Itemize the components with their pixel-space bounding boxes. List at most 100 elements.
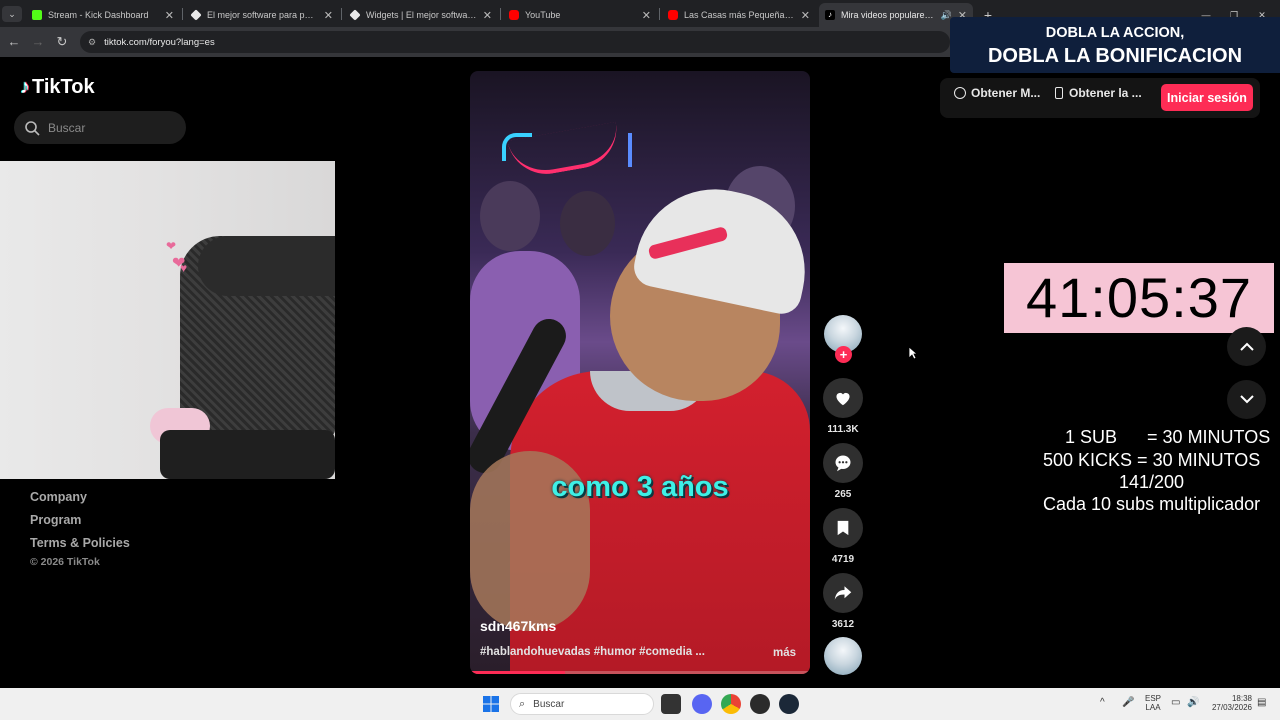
windows-start-icon[interactable] <box>483 696 499 712</box>
clock-time: 18:38 <box>1231 694 1252 703</box>
get-coins-button[interactable]: Obtener M... <box>954 86 1040 100</box>
crowd-figure <box>480 181 540 251</box>
tab-separator <box>182 8 183 20</box>
task-view-icon[interactable] <box>661 694 681 714</box>
more-button[interactable]: más <box>773 647 796 659</box>
logo-text: TikTok <box>32 76 95 98</box>
back-arrow-icon[interactable]: ← <box>6 34 22 49</box>
search-icon: ⌕ <box>519 697 526 710</box>
tab-title: YouTube <box>525 10 561 20</box>
tab-youtube[interactable]: YouTube ✕ <box>503 3 657 27</box>
heart-decoration-icon: ❤ <box>166 239 177 253</box>
rule-sub: 1 SUB = 30 MINUTOS <box>1065 427 1271 447</box>
tab-software-1[interactable]: El mejor software para potencia ✕ <box>185 3 339 27</box>
discord-icon[interactable] <box>692 694 712 714</box>
search-icon <box>25 120 40 136</box>
coin-icon <box>954 87 966 99</box>
tab-casas[interactable]: Las Casas más Pequeñas del M ✕ <box>662 3 816 27</box>
follow-plus-icon[interactable]: + <box>835 346 852 363</box>
url-text: tiktok.com/foryou?lang=es <box>104 36 215 48</box>
search-input[interactable] <box>48 120 168 135</box>
clock[interactable]: 18:38 27/03/2026 <box>1208 694 1252 712</box>
tab-separator <box>659 8 660 20</box>
chair-base <box>160 430 335 479</box>
network-icon[interactable]: ▭ <box>1171 697 1180 708</box>
like-button[interactable] <box>823 378 863 418</box>
chevron-down-icon <box>1239 395 1254 404</box>
tab-title: Widgets | El mejor software pa <box>366 10 477 20</box>
notification-icon[interactable]: ▤ <box>1257 697 1266 708</box>
tab-widgets[interactable]: Widgets | El mejor software pa ✕ <box>344 3 498 27</box>
tab-title: Mira videos populares sele <box>841 10 937 20</box>
volume-icon[interactable]: 🔊 <box>1187 697 1199 708</box>
promo-line-2: DOBLA LA BONIFICACION <box>987 45 1243 67</box>
comment-button[interactable] <box>823 443 863 483</box>
phone-icon <box>1055 87 1063 99</box>
clock-date: 27/03/2026 <box>1211 703 1252 712</box>
footer-link-program[interactable]: Program <box>30 513 81 527</box>
save-count: 4719 <box>831 554 855 565</box>
save-button[interactable] <box>823 508 863 548</box>
close-icon[interactable]: ✕ <box>483 9 492 22</box>
video-progress-bar[interactable] <box>470 671 810 674</box>
footer-link-company[interactable]: Company <box>30 490 87 504</box>
close-icon[interactable]: ✕ <box>324 9 333 22</box>
share-button[interactable] <box>823 573 863 613</box>
login-button[interactable]: Iniciar sesión <box>1161 84 1253 111</box>
subathon-timer: 41:05:37 <box>1004 263 1274 333</box>
url-bar[interactable]: ⚙ tiktok.com/foryou?lang=es <box>80 31 950 53</box>
language-code: ESP <box>1144 694 1161 703</box>
tab-title: El mejor software para potencia <box>207 10 318 20</box>
close-icon[interactable]: ✕ <box>165 9 174 22</box>
obs-icon[interactable] <box>750 694 770 714</box>
chrome-icon[interactable] <box>721 694 741 714</box>
search-box[interactable] <box>14 111 186 144</box>
progress-fill <box>470 671 566 674</box>
heart-icon <box>836 392 850 406</box>
kick-icon <box>32 10 42 20</box>
like-count: 111.3K <box>827 424 859 435</box>
tiktok-top-actions: Obtener M... Obtener la ... Iniciar sesi… <box>940 78 1260 118</box>
tiktok-logo[interactable]: ♪ TikTok <box>20 76 95 99</box>
microphone-icon[interactable]: 🎤 <box>1122 697 1134 708</box>
footer-link-terms[interactable]: Terms & Policies <box>30 536 130 550</box>
tab-kick-dashboard[interactable]: Stream - Kick Dashboard ✕ <box>26 3 180 27</box>
reload-icon[interactable]: ↻ <box>54 34 70 50</box>
diamond-icon <box>190 9 202 21</box>
tiktok-icon: ♪ <box>825 10 835 20</box>
next-video-button[interactable] <box>1227 380 1266 419</box>
windows-taskbar: ⌕ Buscar ^ 🎤 ESP LAA ▭ 🔊 18:38 27/03/202… <box>0 688 1280 720</box>
tab-title: Stream - Kick Dashboard <box>48 10 149 20</box>
steam-icon[interactable] <box>779 694 799 714</box>
video-player[interactable]: como 3 años sdn467kms #hablandohuevadas … <box>470 71 810 674</box>
heart-decoration-icon: ❤ <box>172 255 186 272</box>
close-icon[interactable]: ✕ <box>801 9 810 22</box>
tab-separator <box>341 8 342 20</box>
get-app-button[interactable]: Obtener la ... <box>1055 86 1142 100</box>
tray-overflow-icon[interactable]: ^ <box>1100 697 1105 708</box>
keyboard-layout: LAA <box>1145 703 1161 712</box>
youtube-icon <box>509 10 519 20</box>
forward-arrow-icon[interactable]: → <box>30 34 46 49</box>
previous-video-button[interactable] <box>1227 327 1266 366</box>
rule-multiplier: Cada 10 subs multiplicador <box>1043 494 1261 514</box>
site-info-icon[interactable]: ⚙ <box>88 37 96 48</box>
music-disc-avatar[interactable] <box>824 637 862 675</box>
tab-list-button[interactable]: ⌄ <box>2 6 22 22</box>
rule-kicks: 500 KICKS = 30 MINUTOS <box>1043 450 1261 470</box>
close-icon[interactable]: ✕ <box>642 9 651 22</box>
taskbar-search[interactable]: ⌕ Buscar <box>510 693 654 715</box>
video-author[interactable]: sdn467kms <box>480 618 556 634</box>
neon-light <box>502 133 532 161</box>
mouse-cursor-icon <box>908 346 918 360</box>
video-description[interactable]: #hablandohuevadas #humor #comedia ... <box>480 646 705 658</box>
chair-headrest <box>198 236 335 296</box>
copyright: © 2026 TikTok <box>30 556 100 568</box>
diamond-icon <box>349 9 361 21</box>
youtube-icon <box>668 10 678 20</box>
rule-goal: 141/200 <box>1119 472 1185 492</box>
get-coins-label: Obtener M... <box>971 86 1041 100</box>
crowd-figure <box>560 191 615 256</box>
tab-separator <box>500 8 501 20</box>
language-indicator[interactable]: ESP LAA <box>1143 694 1163 712</box>
